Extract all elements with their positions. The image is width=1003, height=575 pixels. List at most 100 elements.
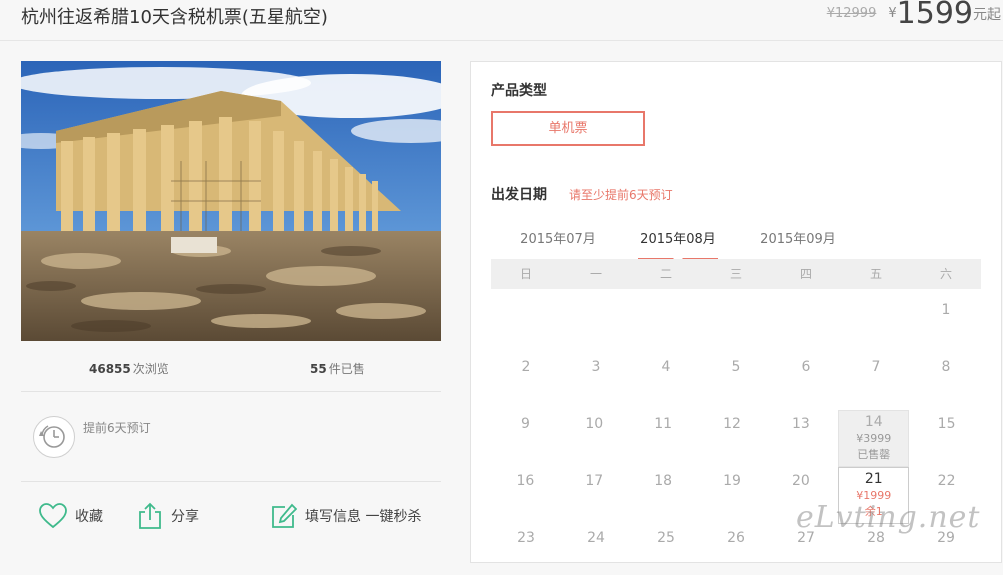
calendar-day-14[interactable]: 14 ¥3999 已售罄 [838,410,910,467]
weekday-mon: 一 [589,267,602,281]
calendar-day-3[interactable]: 3 [561,347,631,404]
day-number: 16 [516,473,535,489]
day-number: 14 [864,414,883,430]
action-bar: 收藏 分享 填写信息 一键秒杀 [21,494,441,544]
day-number: 1 [941,302,951,318]
advance-booking-text: 提前6天预订 [83,421,151,435]
calendar-day-19[interactable]: 19 [698,461,767,518]
month-tabs: 2015年07月 2015年08月 2015年09月 [491,228,981,261]
views-stat: 46855 次浏览 [89,360,169,377]
calendar-day-7[interactable]: 7 [841,347,911,404]
calendar-empty-cell [631,290,701,347]
day-number: 3 [591,359,601,375]
calendar-day-15[interactable]: 15 [912,404,981,461]
calendar-day-12[interactable]: 12 [698,404,767,461]
calendar-day-8[interactable]: 8 [911,347,981,404]
share-label: 分享 [171,509,199,525]
weekday-sat: 六 [939,267,952,281]
day-number: 15 [937,416,956,432]
weekday-header: 日 一 二 三 四 五 六 [491,259,981,289]
day-number: 9 [520,416,530,432]
price-box: ¥12999 ¥1599元起 [827,0,1001,31]
stats-bar: 46855 次浏览 55 件已售 [21,351,441,392]
departure-date-label: 出发日期 [491,187,547,203]
sold-label: 件已售 [328,362,365,376]
calendar-empty-cell [491,290,561,347]
favorite-button[interactable]: 收藏 [39,500,103,532]
calendar-day-17[interactable]: 17 [560,461,629,518]
day-number: 25 [657,530,675,546]
tab-2015-08[interactable]: 2015年08月 [638,228,718,261]
day-number: 13 [791,416,810,432]
product-type-label: 产品类型 [491,83,547,99]
day-number: 10 [585,416,604,432]
booking-panel: 产品类型 单机票 出发日期 请至少提前6天预订 2015年07月 2015年08… [470,61,1002,563]
calendar-day-9[interactable]: 9 [491,404,560,461]
day-number: 7 [871,359,881,375]
day-number: 26 [727,530,745,546]
share-button[interactable]: 分享 [137,500,199,532]
calendar-day-10[interactable]: 10 [560,404,629,461]
product-title: 杭州往返希腊10天含税机票(五星航空) [21,7,328,28]
currency-symbol: ¥ [888,6,897,21]
sold-stat: 55 件已售 [310,360,365,377]
day-number: 24 [587,530,605,546]
calendar-day-1[interactable]: 1 [911,290,981,347]
calendar-day-11[interactable]: 11 [629,404,698,461]
calendar-day-4[interactable]: 4 [631,347,701,404]
current-price: 1599 [896,0,973,31]
day-price: ¥3999 [856,432,892,445]
calendar-day-25[interactable]: 25 [631,518,701,575]
price-suffix: 元起 [973,7,1001,23]
day-number: 6 [801,359,811,375]
weekday-wed: 三 [729,267,742,281]
tab-2015-07[interactable]: 2015年07月 [513,228,603,258]
calendar-empty-cell [841,290,911,347]
calendar-day-24[interactable]: 24 [561,518,631,575]
weekday-sun: 日 [519,267,532,281]
calendar-day-13[interactable]: 13 [766,404,835,461]
calendar-week-row: 2 3 4 5 6 7 8 [491,347,981,404]
calendar-day-16[interactable]: 16 [491,461,560,518]
favorite-label: 收藏 [75,509,103,525]
fill-info-button[interactable]: 填写信息 一键秒杀 [271,500,421,532]
calendar-empty-cell [771,290,841,347]
day-number: 5 [731,359,741,375]
day-number: 22 [937,473,956,489]
sold-count: 55 [310,362,327,376]
day-status: 已售罄 [857,448,891,461]
title-bar: 杭州往返希腊10天含税机票(五星航空) ¥12999 ¥1599元起 [0,0,1003,41]
day-number: 2 [521,359,531,375]
calendar-week-row: 1 [491,290,981,347]
views-count: 46855 [89,362,131,376]
edit-icon [272,503,297,528]
weekday-thu: 四 [799,267,812,281]
calendar-empty-cell [701,290,771,347]
views-label: 次浏览 [132,362,169,376]
day-number: 21 [864,471,883,487]
calendar-day-6[interactable]: 6 [771,347,841,404]
day-number: 17 [585,473,604,489]
calendar-day-26[interactable]: 26 [701,518,771,575]
weekday-fri: 五 [869,267,882,281]
day-number: 19 [723,473,741,489]
day-number: 4 [661,359,671,375]
advance-notice: 请至少提前6天预订 [569,188,673,202]
calendar-week-row: 9 10 11 12 13 14 ¥3999 已售罄 15 [491,404,981,467]
watermark: eLvting.net [796,500,981,535]
calendar-day-18[interactable]: 18 [629,461,698,518]
calendar-day-2[interactable]: 2 [491,347,561,404]
parthenon-photo [21,61,441,341]
calendar-empty-cell [561,290,631,347]
day-number: 11 [654,416,673,432]
product-type-option-single-ticket[interactable]: 单机票 [491,111,645,146]
fill-info-label: 填写信息 一键秒杀 [305,509,422,525]
advance-booking: 提前6天预订 [21,406,441,482]
tab-2015-09[interactable]: 2015年09月 [753,228,843,258]
day-number: 23 [517,530,535,546]
original-price: ¥12999 [826,6,877,21]
calendar-day-23[interactable]: 23 [491,518,561,575]
day-number: 8 [941,359,951,375]
calendar-day-5[interactable]: 5 [701,347,771,404]
clock-icon [33,416,75,458]
